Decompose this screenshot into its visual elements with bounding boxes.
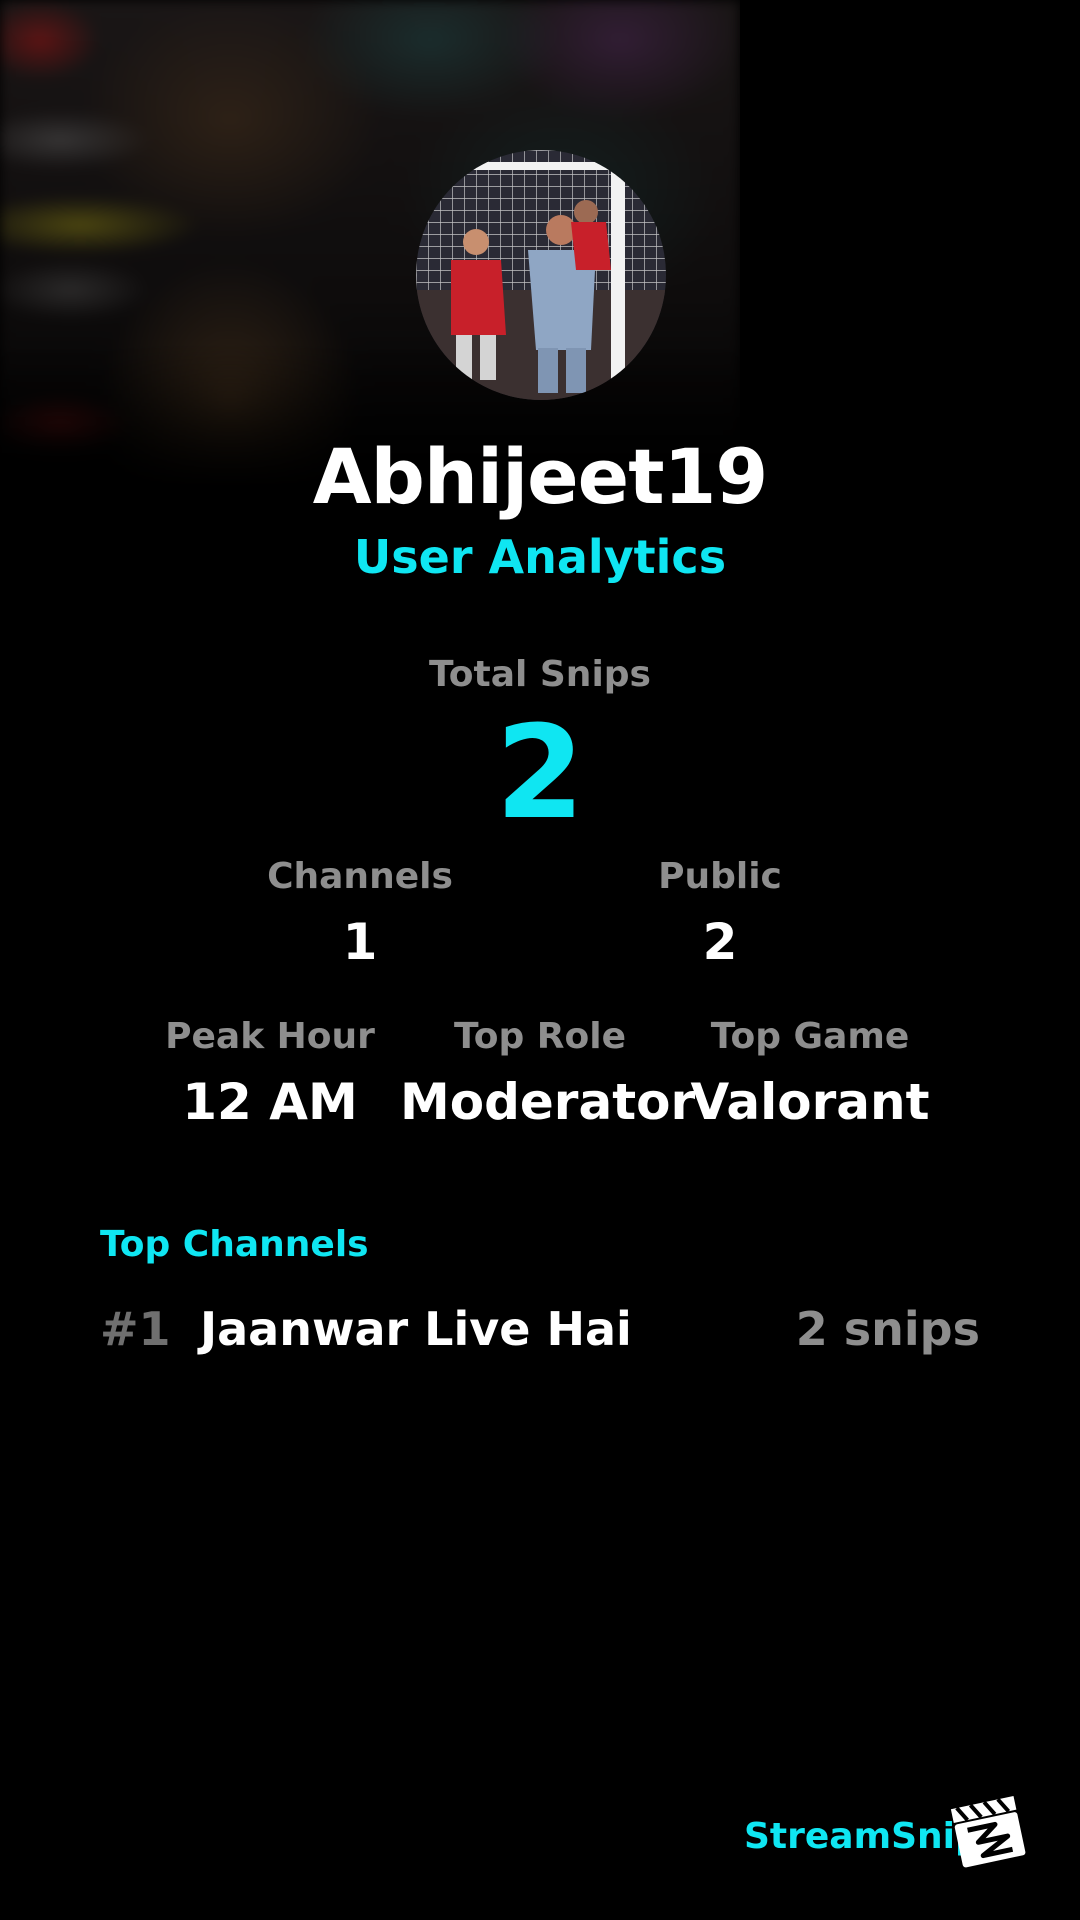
top-role-label: Top Role (453, 1016, 627, 1057)
public-value: 2 (702, 913, 738, 971)
peak-hour-label: Peak Hour (165, 1016, 375, 1057)
total-snips-label: Total Snips (429, 654, 651, 695)
channel-name: Jaanwar Live Hai (200, 1302, 632, 1356)
avatar (416, 150, 666, 400)
list-item: #1 Jaanwar Live Hai 2 snips (100, 1302, 980, 1362)
channel-rank: #1 (100, 1302, 171, 1356)
avatar-photo (416, 150, 666, 400)
top-channels-title: Top Channels (100, 1224, 369, 1265)
page-subtitle: User Analytics (353, 530, 727, 584)
public-label: Public (658, 856, 782, 897)
channel-snip-count: 2 snips (795, 1302, 980, 1356)
top-role-value: Moderator (400, 1073, 696, 1131)
brand-name: StreamSnip (744, 1816, 981, 1857)
total-snips-value: 2 (495, 699, 585, 848)
clapperboard-icon (950, 1795, 1026, 1868)
channels-value: 1 (342, 913, 378, 971)
peak-hour-value: 12 AM (182, 1073, 358, 1131)
channels-label: Channels (267, 856, 453, 897)
top-game-label: Top Game (710, 1016, 910, 1057)
top-game-value: Valorant (690, 1073, 930, 1131)
username: Abhijeet19 (312, 432, 769, 521)
